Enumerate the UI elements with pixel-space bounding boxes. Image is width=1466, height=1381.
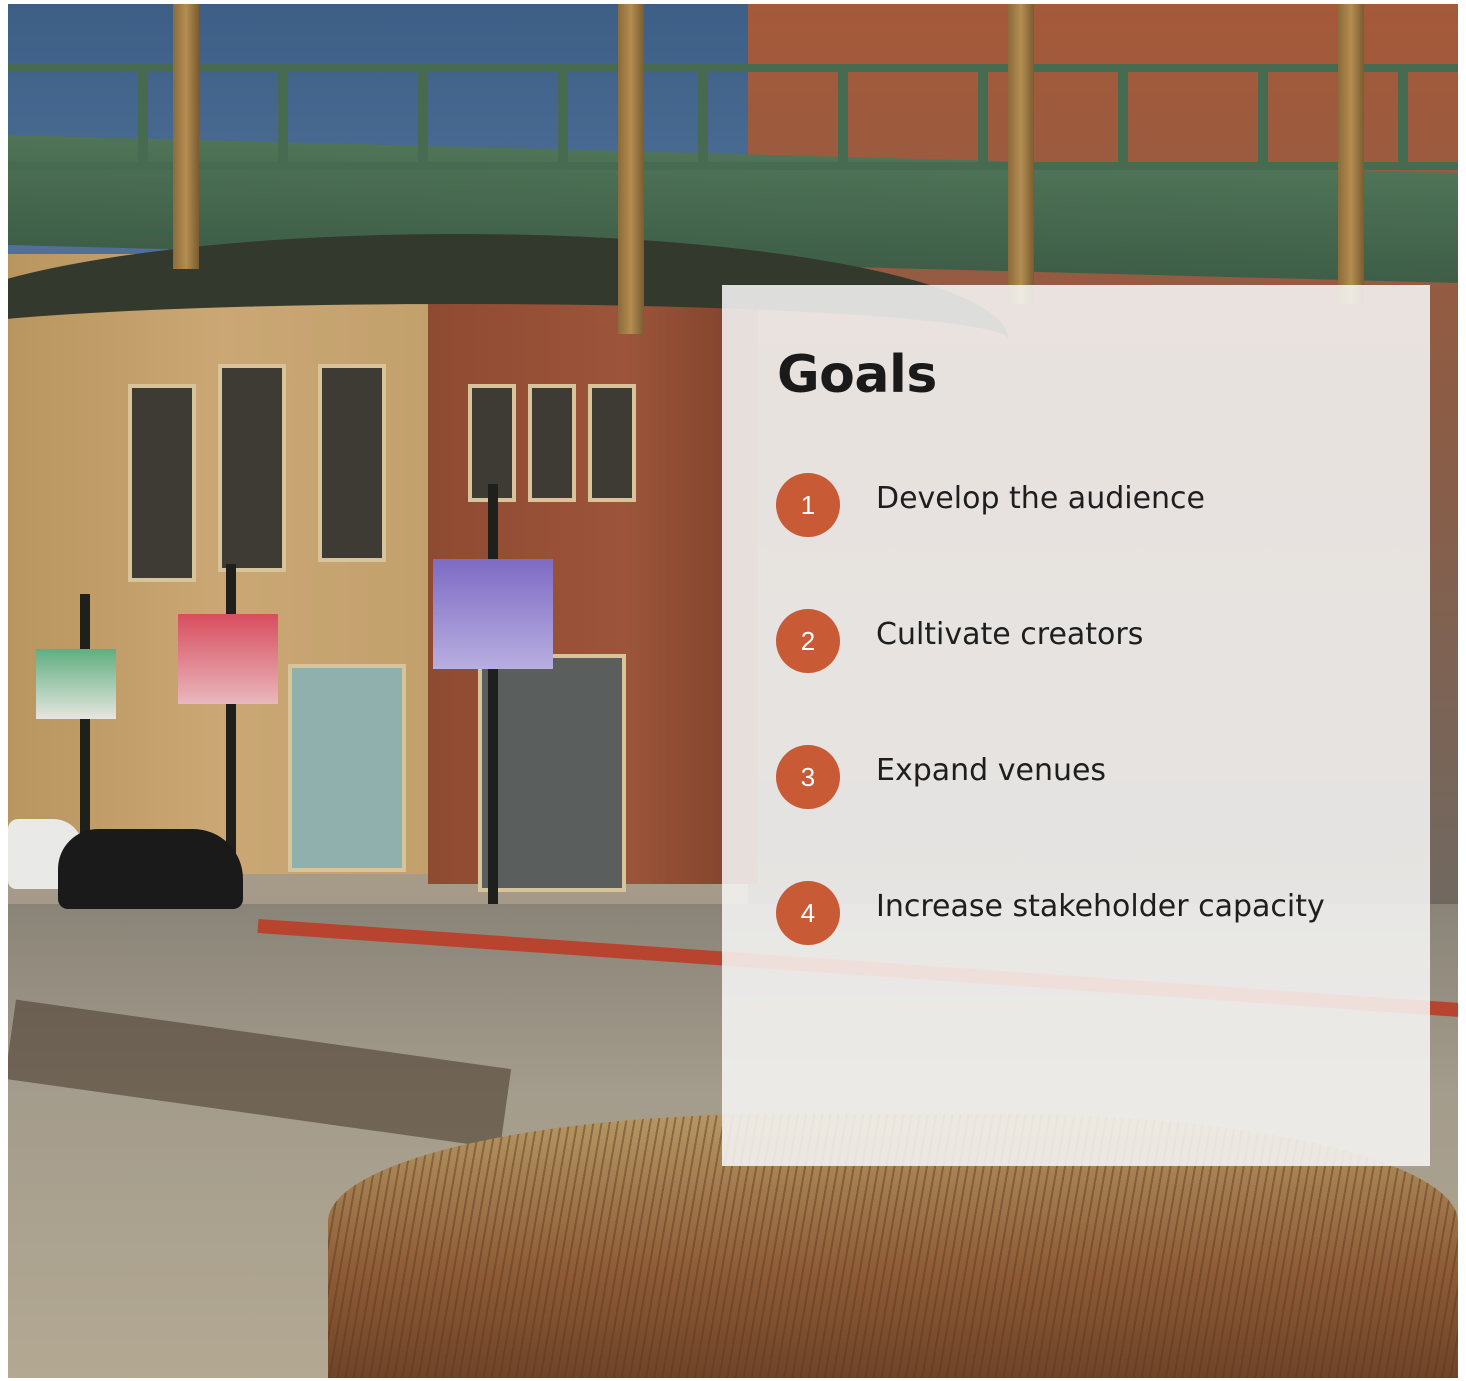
- goal-label: Expand venues: [876, 753, 1107, 788]
- goal-item: 3 Expand venues: [776, 745, 1416, 809]
- panel-title: Goals: [777, 345, 937, 405]
- goal-label: Increase stakeholder capacity: [876, 889, 1325, 924]
- goal-number-badge: 2: [776, 609, 840, 673]
- goals-panel: Goals 1 Develop the audience 2 Cultivate…: [722, 285, 1430, 1166]
- goal-item: 4 Increase stakeholder capacity: [776, 881, 1416, 945]
- goal-number-badge: 3: [776, 745, 840, 809]
- page: Goals 1 Develop the audience 2 Cultivate…: [0, 0, 1466, 1381]
- goal-number-badge: 4: [776, 881, 840, 945]
- goal-label: Cultivate creators: [876, 617, 1144, 652]
- goal-item: 2 Cultivate creators: [776, 609, 1416, 673]
- goal-item: 1 Develop the audience: [776, 473, 1416, 537]
- goal-number-badge: 1: [776, 473, 840, 537]
- goal-label: Develop the audience: [876, 481, 1206, 516]
